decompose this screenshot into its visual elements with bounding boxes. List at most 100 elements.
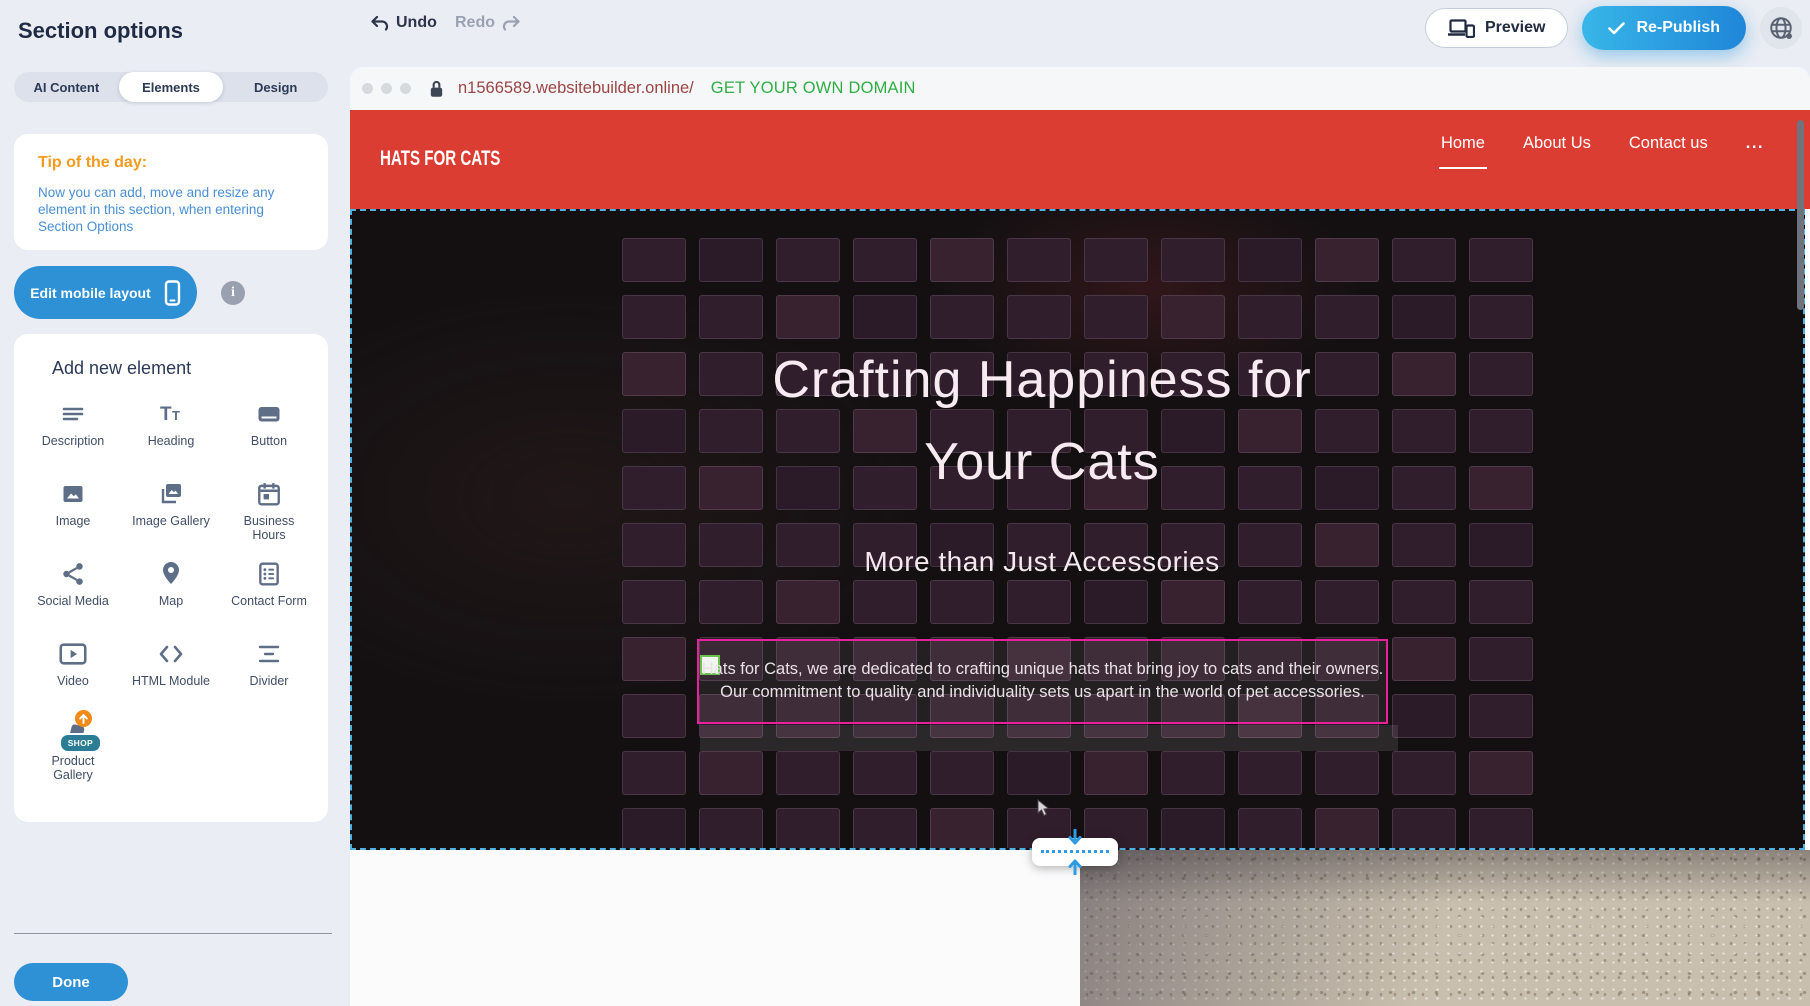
redo-icon (502, 16, 521, 31)
hero-tile (1007, 295, 1071, 339)
hero-tile (1161, 295, 1225, 339)
redo-button[interactable]: Redo (455, 14, 521, 32)
photo-shadow (1080, 850, 1810, 1006)
tab-design[interactable]: Design (223, 72, 328, 102)
tab-ai-content[interactable]: AI Content (14, 72, 119, 102)
add-element-button[interactable]: Button (220, 399, 318, 477)
add-element-contact-form[interactable]: Contact Form (220, 559, 318, 637)
section-resize-handle[interactable] (1032, 838, 1118, 866)
get-domain-link[interactable]: GET YOUR OWN DOMAIN (711, 79, 916, 98)
add-element-map[interactable]: Map (122, 559, 220, 637)
done-button[interactable]: Done (14, 963, 128, 1001)
add-element-html-module[interactable]: HTML Module (122, 639, 220, 717)
hero-tile (1392, 352, 1456, 396)
preview-label: Preview (1485, 19, 1545, 37)
browser-dot (381, 83, 392, 94)
contact-form-icon (256, 559, 282, 589)
hero-tile (930, 751, 994, 795)
add-element-label: Button (251, 434, 287, 448)
shop-badge: SHOP (59, 733, 102, 753)
nav-item-home[interactable]: Home (1441, 134, 1485, 157)
mouse-cursor (1036, 799, 1052, 817)
info-icon[interactable]: i (221, 281, 245, 305)
nav-item-about-us[interactable]: About Us (1523, 134, 1591, 157)
canvas-scrollbar[interactable] (1797, 120, 1804, 310)
tab-elements[interactable]: Elements (119, 72, 224, 102)
hero-tile (776, 808, 840, 850)
hero-tile (853, 580, 917, 624)
hero-tile (776, 751, 840, 795)
nav-more-button[interactable]: ... (1746, 134, 1764, 157)
hero-tile (1007, 751, 1071, 795)
add-element-social-media[interactable]: Social Media (24, 559, 122, 637)
hero-section[interactable]: Crafting Happiness for Your Cats More th… (350, 209, 1805, 850)
add-element-description[interactable]: Description (24, 399, 122, 477)
preview-button[interactable]: Preview (1425, 8, 1568, 48)
hero-body-text[interactable]: Hats for Cats, we are dedicated to craft… (699, 658, 1386, 704)
add-element-label: Product Gallery (32, 754, 114, 782)
hero-heading[interactable]: Crafting Happiness for Your Cats (692, 339, 1392, 503)
element-hover-highlight (700, 725, 1398, 751)
site-header: HATS FOR CATS Home About Us Contact us... (350, 110, 1810, 209)
add-element-business-hours[interactable]: Business Hours (220, 479, 318, 557)
nav-item-contact-us[interactable]: Contact us (1629, 134, 1708, 157)
hero-tile (853, 295, 917, 339)
hero-tile (1469, 751, 1533, 795)
site-url[interactable]: n1566589.websitebuilder.online/ (458, 79, 694, 98)
tip-title: Tip of the day: (38, 154, 304, 172)
add-element-video[interactable]: Video (24, 639, 122, 717)
hero-tile (776, 295, 840, 339)
globe-icon (1768, 15, 1794, 41)
hero-tile (1392, 523, 1456, 567)
hero-tile (1469, 409, 1533, 453)
browser-dots (362, 83, 411, 94)
hero-tile (699, 808, 763, 850)
edit-mobile-layout-button[interactable]: Edit mobile layout (14, 266, 197, 319)
map-icon (159, 559, 183, 589)
hero-subheading[interactable]: More than Just Accessories (692, 547, 1392, 577)
hero-tile (1392, 808, 1456, 850)
site-logo[interactable]: HATS FOR CATS (380, 147, 500, 171)
add-element-label: Image (56, 514, 91, 528)
hero-tile (1238, 238, 1302, 282)
heading-icon: TT (158, 399, 184, 429)
add-element-label: Divider (250, 674, 289, 688)
image-gallery-icon (157, 479, 185, 509)
hero-tile (699, 580, 763, 624)
republish-button[interactable]: Re-Publish (1582, 6, 1746, 50)
hero-tile (1315, 580, 1379, 624)
add-element-label: Video (57, 674, 89, 688)
hero-tile (776, 238, 840, 282)
add-element-image-gallery[interactable]: Image Gallery (122, 479, 220, 557)
add-element-label: Business Hours (228, 514, 310, 542)
hero-tile (1469, 637, 1533, 681)
description-icon (60, 399, 86, 429)
language-globe-button[interactable] (1760, 7, 1802, 49)
add-element-label: Description (42, 434, 105, 448)
hero-tile (1392, 409, 1456, 453)
hero-tile (1469, 694, 1533, 738)
hero-tile (622, 637, 686, 681)
hero-tile (622, 523, 686, 567)
button-icon (255, 399, 283, 429)
hero-tile (1392, 694, 1456, 738)
hero-tile (1392, 295, 1456, 339)
add-element-divider[interactable]: Divider (220, 639, 318, 717)
browser-address-bar: n1566589.websitebuilder.online/ GET YOUR… (350, 67, 1810, 110)
hero-body-line1: Hats for Cats, we are dedicated to craft… (702, 660, 1383, 678)
add-element-label: Heading (148, 434, 195, 448)
browser-dot (362, 83, 373, 94)
add-element-heading[interactable]: TT Heading (122, 399, 220, 477)
hero-tile (1007, 238, 1071, 282)
hero-tile (1392, 238, 1456, 282)
add-element-product-gallery[interactable]: SHOPProduct Gallery (24, 719, 122, 797)
hero-tile (1392, 580, 1456, 624)
undo-button[interactable]: Undo (370, 14, 437, 32)
selected-text-element[interactable]: Hats for Cats, we are dedicated to craft… (697, 639, 1388, 724)
hero-tile (1315, 808, 1379, 850)
undo-label: Undo (396, 14, 437, 32)
add-element-label: Contact Form (231, 594, 307, 608)
check-icon (1608, 22, 1625, 35)
add-element-image[interactable]: Image (24, 479, 122, 557)
redo-label: Redo (455, 14, 495, 32)
